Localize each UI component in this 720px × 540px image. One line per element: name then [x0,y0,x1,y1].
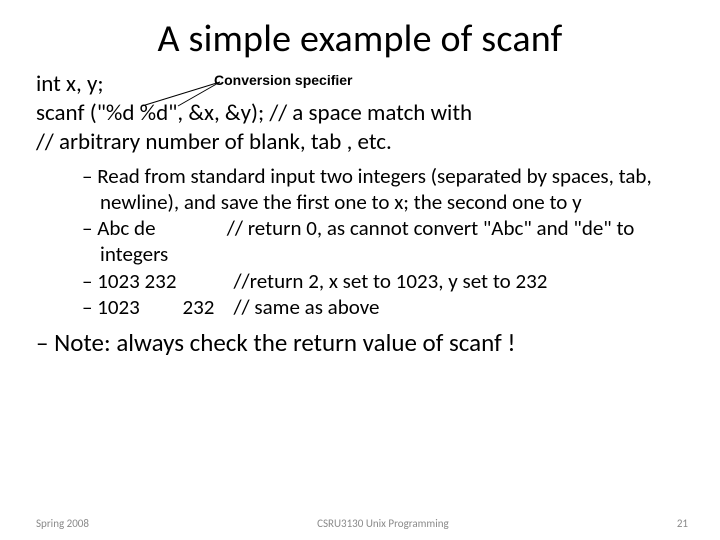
code-line-2: scanf ("%d %d", &x, &y); // a space matc… [36,99,692,128]
note-line: Note: always check the return value of s… [36,327,692,358]
conversion-specifier-label: Conversion specifier [214,72,353,90]
slide-title: A simple example of scanf [28,16,692,62]
bullet-4: 1023 232 // same as above [82,295,692,321]
sub-bullets: Read from standard input two integers (s… [82,164,692,321]
footer-left: Spring 2008 [36,517,89,530]
code-line-3: // arbitrary number of blank, tab , etc. [36,128,692,157]
body-block: Conversion specifier int x, y; scanf ("%… [36,70,692,321]
slide: A simple example of scanf Conversion spe… [0,0,720,540]
bullet-1: Read from standard input two integers (s… [82,164,692,215]
code-line-1: int x, y; [36,70,692,99]
footer-center: CSRU3130 Unix Programming [317,517,449,530]
footer: Spring 2008 CSRU3130 Unix Programming 21 [0,517,720,530]
footer-right: 21 [677,517,688,530]
bullet-2: Abc de // return 0, as cannot convert "A… [82,216,692,267]
bullet-3: 1023 232 //return 2, x set to 1023, y se… [82,269,692,295]
